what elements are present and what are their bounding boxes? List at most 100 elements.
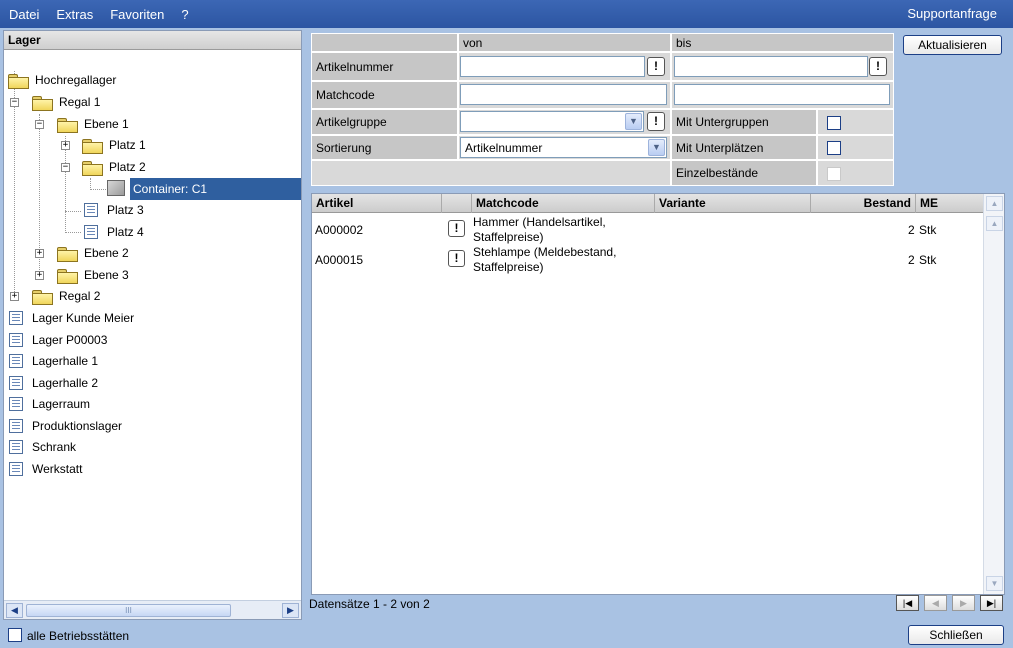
artikelnummer-von-lookup-icon[interactable]: ! (647, 57, 665, 76)
mit-untergruppen-checkbox[interactable] (827, 116, 841, 130)
tree-node-ebene-1[interactable]: Ebene 1 (57, 114, 132, 134)
mit-unterplaetzen-checkbox[interactable] (827, 141, 841, 155)
table-vertical-scrollbar[interactable]: ▲ ▲ ▼ (983, 194, 1004, 594)
document-icon (9, 354, 23, 368)
artikelnummer-bis-input[interactable] (674, 56, 868, 77)
tree-node-schrank[interactable]: Schrank (9, 437, 79, 457)
chevron-down-icon[interactable]: ▼ (648, 139, 665, 156)
tree-horizontal-scrollbar[interactable]: ◀ III ▶ (4, 600, 301, 619)
chevron-down-icon[interactable]: ▼ (625, 113, 642, 130)
row2-matchcode-line2[interactable]: Staffelpreise) (473, 260, 543, 274)
expand-ebene-2-icon[interactable]: + (35, 249, 44, 258)
filter-empty-cell (311, 160, 671, 186)
tree-node-produktionslager[interactable]: Produktionslager (9, 416, 125, 436)
tree-node-platz-4[interactable]: Platz 4 (84, 222, 147, 242)
support-request-link[interactable]: Supportanfrage (907, 6, 997, 21)
column-me[interactable]: ME (916, 194, 984, 213)
scroll-up-icon[interactable]: ▲ (986, 216, 1003, 231)
column-matchcode[interactable]: Matchcode (472, 194, 655, 213)
row1-warning-icon[interactable]: ! (448, 220, 465, 237)
records-status: Datensätze 1 - 2 von 2 (309, 597, 430, 611)
artikelgruppe-select[interactable]: ▼ (460, 111, 644, 132)
folder-icon (57, 246, 78, 262)
scroll-right-icon[interactable]: ▶ (282, 603, 299, 618)
tree-node-werkstatt[interactable]: Werkstatt (9, 459, 85, 479)
column-bestand[interactable]: Bestand (811, 194, 916, 213)
sortierung-select[interactable]: Artikelnummer ▼ (460, 137, 667, 158)
document-icon (9, 419, 23, 433)
all-sites-label: alle Betriebsstätten (27, 629, 130, 643)
matchcode-bis-input[interactable] (674, 84, 890, 105)
row1-matchcode-line2[interactable]: Staffelpreise) (473, 230, 543, 244)
row2-me[interactable]: Stk (919, 253, 936, 267)
folder-open-icon (32, 95, 53, 111)
row2-warning-icon[interactable]: ! (448, 250, 465, 267)
column-variante[interactable]: Variante (655, 194, 811, 213)
sortierung-label: Sortierung (311, 135, 458, 160)
artikelnummer-bis-lookup-icon[interactable]: ! (869, 57, 887, 76)
close-button[interactable]: Schließen (908, 625, 1004, 645)
scroll-down-icon[interactable]: ▼ (986, 576, 1003, 591)
warehouse-tree-panel: Lager Hochregallager − Regal 1 − Ebene 1… (3, 30, 302, 620)
scroll-up-icon[interactable]: ▲ (986, 196, 1003, 211)
column-von-label: von (458, 33, 671, 52)
container-icon (107, 180, 125, 196)
first-page-icon[interactable]: |◀ (896, 595, 919, 611)
refresh-button[interactable]: Aktualisieren (903, 35, 1002, 55)
menu-extras[interactable]: Extras (47, 7, 101, 22)
collapse-platz-2-icon[interactable]: − (61, 163, 70, 172)
next-page-icon[interactable]: ▶ (952, 595, 975, 611)
einzelbestaende-label: Einzelbestände (671, 160, 817, 186)
row2-artikel[interactable]: A000015 (315, 253, 363, 267)
all-sites-checkbox[interactable] (8, 628, 22, 642)
tree-node-platz-3[interactable]: Platz 3 (84, 200, 147, 220)
tree-node-platz-1[interactable]: Platz 1 (82, 135, 149, 155)
menu-favoriten[interactable]: Favoriten (101, 7, 172, 22)
tree-node-lager-p00003[interactable]: Lager P00003 (9, 330, 110, 350)
row2-bestand[interactable]: 2 (908, 253, 915, 267)
artikelnummer-label: Artikelnummer (311, 52, 458, 81)
last-page-icon[interactable]: ▶| (980, 595, 1003, 611)
menubar: Datei Extras Favoriten ? Supportanfrage (0, 0, 1013, 28)
document-icon (84, 203, 98, 217)
row2-matchcode-line1[interactable]: Stehlampe (Meldebestand, (473, 245, 616, 259)
expand-platz-1-icon[interactable]: + (61, 141, 70, 150)
column-bis-label: bis (671, 33, 894, 52)
menu-datei[interactable]: Datei (0, 7, 47, 22)
tree-node-ebene-3[interactable]: Ebene 3 (57, 265, 132, 285)
collapse-ebene-1-icon[interactable]: − (35, 120, 44, 129)
tree-header: Lager (4, 31, 301, 50)
artikelgruppe-lookup-icon[interactable]: ! (647, 112, 665, 131)
row1-matchcode-line1[interactable]: Hammer (Handelsartikel, (473, 215, 606, 229)
einzelbestaende-checkbox[interactable] (827, 167, 841, 181)
matchcode-von-input[interactable] (460, 84, 667, 105)
column-flag[interactable] (442, 194, 472, 213)
document-icon (84, 225, 98, 239)
tree-body: Hochregallager − Regal 1 − Ebene 1 + Pla… (4, 50, 301, 598)
tree-node-regal-1[interactable]: Regal 1 (32, 92, 103, 112)
tree-node-ebene-2[interactable]: Ebene 2 (57, 243, 132, 263)
filter-header-blank (311, 33, 458, 52)
tree-node-platz-2[interactable]: Platz 2 (82, 157, 149, 177)
row1-bestand[interactable]: 2 (908, 223, 915, 237)
tree-node-lagerraum[interactable]: Lagerraum (9, 394, 93, 414)
menu-help[interactable]: ? (172, 7, 196, 22)
tree-node-lagerhalle-1[interactable]: Lagerhalle 1 (9, 351, 101, 371)
row1-me[interactable]: Stk (919, 223, 936, 237)
scroll-thumb[interactable]: III (26, 604, 231, 617)
scroll-left-icon[interactable]: ◀ (6, 603, 23, 618)
tree-node-container-c1[interactable] (107, 178, 129, 198)
previous-page-icon[interactable]: ◀ (924, 595, 947, 611)
artikelnummer-von-input[interactable] (460, 56, 645, 77)
collapse-regal-1-icon[interactable]: − (10, 98, 19, 107)
column-artikel[interactable]: Artikel (312, 194, 442, 213)
folder-open-icon (57, 117, 78, 133)
tree-node-lagerhalle-2[interactable]: Lagerhalle 2 (9, 373, 101, 393)
row1-artikel[interactable]: A000002 (315, 223, 363, 237)
tree-node-container-c1-label[interactable]: Container: C1 (130, 178, 301, 200)
expand-regal-2-icon[interactable]: + (10, 292, 19, 301)
tree-node-lager-kunde-meier[interactable]: Lager Kunde Meier (9, 308, 137, 328)
tree-node-regal-2[interactable]: Regal 2 (32, 286, 103, 306)
tree-node-hochregallager[interactable]: Hochregallager (8, 70, 119, 90)
expand-ebene-3-icon[interactable]: + (35, 271, 44, 280)
